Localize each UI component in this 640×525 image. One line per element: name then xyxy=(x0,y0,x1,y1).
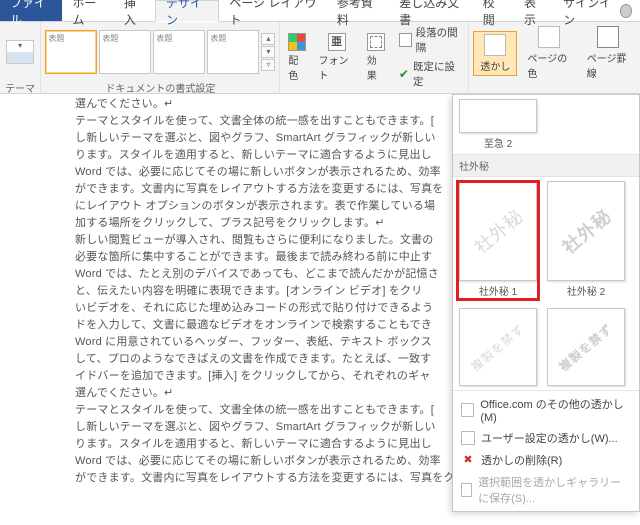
docformat-label: ドキュメントの書式設定 xyxy=(45,79,275,91)
tab-references[interactable]: 参考資料 xyxy=(327,0,389,21)
page-color-label: ページの色 xyxy=(527,50,570,80)
tab-layout[interactable]: ページ レイアウト xyxy=(219,0,326,21)
gallery-up-icon[interactable]: ▴ xyxy=(261,33,275,45)
watermark-caption: 至急 2 xyxy=(484,135,512,150)
tab-view[interactable]: 表示 xyxy=(514,0,555,21)
signin-link[interactable]: サインイン xyxy=(555,0,640,21)
watermark-item-confidential-1[interactable]: 社外秘 社外秘 1 xyxy=(457,181,539,300)
paragraph-spacing-label: 段落の間隔 xyxy=(416,25,463,55)
watermark-more-office[interactable]: Office.com のその他の透かし(M) xyxy=(453,393,639,427)
watermark-item-nocopy-2[interactable]: 複製を禁ず xyxy=(545,308,627,386)
tab-review[interactable]: 校閲 xyxy=(473,0,514,21)
page-borders-icon xyxy=(597,26,619,48)
watermark-thumb: 複製を禁ず xyxy=(547,308,625,386)
themes-button[interactable] xyxy=(4,38,36,66)
watermark-item-nocopy-1[interactable]: 複製を禁ず xyxy=(457,308,539,386)
remove-icon: ✖ xyxy=(461,453,475,467)
watermark-dropdown: 至急 2 社外秘 社外秘 社外秘 1 社外秘 社外秘 2 複製を禁ず 複製を禁ず… xyxy=(452,94,640,512)
colors-button[interactable]: 配色 xyxy=(284,31,310,84)
fonts-button[interactable]: 亜 フォント xyxy=(315,31,359,84)
ribbon: テーマ 表題 表題 表題 表題 ▴ ▾ ▿ ドキュメントの書式設定 配色 xyxy=(0,22,640,94)
watermark-item-urgent2[interactable]: 至急 2 xyxy=(457,99,539,150)
gallery-more-icon[interactable]: ▿ xyxy=(261,59,275,71)
user-avatar-icon xyxy=(620,4,632,18)
watermark-thumb: 複製を禁ず xyxy=(459,308,537,386)
themes-label: テーマ xyxy=(4,79,36,91)
page-color-button[interactable]: ページの色 xyxy=(521,24,576,82)
page-color-icon xyxy=(538,26,560,48)
office-icon xyxy=(461,403,474,417)
watermark-save-selection: 選択範囲を透かしギャラリーに保存(S)... xyxy=(453,471,639,509)
fonts-label: フォント xyxy=(319,52,355,82)
watermark-icon xyxy=(484,34,506,56)
watermark-thumb: 社外秘 xyxy=(459,181,537,281)
ribbon-group-formatting: 配色 亜 フォント 効果 段落の間隔 ✔ 既定に設定 xyxy=(280,22,469,93)
spacing-icon xyxy=(399,33,412,47)
watermark-section-confidential: 社外秘 xyxy=(453,154,639,177)
page-borders-label: ページ罫線 xyxy=(587,50,630,80)
style-gallery-item[interactable]: 表題 xyxy=(153,30,205,74)
ribbon-group-pagebg: 透かし ページの色 ページ罫線 xyxy=(469,22,640,93)
watermark-remove[interactable]: ✖透かしの削除(R) xyxy=(453,449,639,471)
effects-label: 効果 xyxy=(367,52,385,82)
paragraph-spacing-button[interactable]: 段落の間隔 xyxy=(397,24,465,56)
watermark-urgent-row: 至急 2 xyxy=(453,95,639,154)
tab-mailings[interactable]: 差し込み文書 xyxy=(389,0,473,21)
gallery-scroll[interactable]: ▴ ▾ ▿ xyxy=(261,30,275,74)
check-icon: ✔ xyxy=(399,67,409,81)
effects-button[interactable]: 効果 xyxy=(363,31,389,84)
colors-label: 配色 xyxy=(288,52,306,82)
tab-insert[interactable]: 挿入 xyxy=(114,0,155,21)
watermark-menu: Office.com のその他の透かし(M) ユーザー設定の透かし(W)... … xyxy=(453,390,639,511)
page-borders-button[interactable]: ページ罫線 xyxy=(581,24,636,82)
tab-home[interactable]: ホーム xyxy=(62,0,113,21)
fonts-icon: 亜 xyxy=(328,33,346,51)
ribbon-group-docformat: 表題 表題 表題 表題 ▴ ▾ ▿ ドキュメントの書式設定 xyxy=(41,22,280,93)
document-area: 選んでください。↵テーマとスタイルを使って、文書全体の統一感を出すこともできます… xyxy=(0,94,640,525)
tab-design[interactable]: デザイン xyxy=(155,0,219,22)
ribbon-group-themes: テーマ xyxy=(0,22,41,93)
watermark-thumb: 社外秘 xyxy=(547,181,625,281)
save-icon xyxy=(461,483,472,497)
gallery-down-icon[interactable]: ▾ xyxy=(261,46,275,58)
style-gallery-item[interactable]: 表題 xyxy=(207,30,259,74)
tab-file[interactable]: ファイル xyxy=(0,0,62,21)
watermark-custom[interactable]: ユーザー設定の透かし(W)... xyxy=(453,427,639,449)
style-gallery-item[interactable]: 表題 xyxy=(99,30,151,74)
watermark-caption: 社外秘 2 xyxy=(567,283,605,298)
colors-icon xyxy=(288,33,306,51)
style-gallery[interactable]: 表題 表題 表題 表題 ▴ ▾ ▿ xyxy=(45,30,275,74)
set-default-label: 既定に設定 xyxy=(413,59,462,89)
set-default-button[interactable]: ✔ 既定に設定 xyxy=(397,58,465,90)
custom-watermark-icon xyxy=(461,431,475,445)
watermark-thumb xyxy=(459,99,537,133)
style-gallery-item[interactable]: 表題 xyxy=(45,30,97,74)
watermark-caption: 社外秘 1 xyxy=(479,283,517,298)
watermark-item-confidential-2[interactable]: 社外秘 社外秘 2 xyxy=(545,181,627,300)
watermark-label: 透かし xyxy=(480,58,510,73)
watermark-button[interactable]: 透かし xyxy=(473,31,517,76)
effects-icon xyxy=(367,33,385,51)
tab-bar: ファイル ホーム 挿入 デザイン ページ レイアウト 参考資料 差し込み文書 校… xyxy=(0,0,640,22)
themes-icon xyxy=(6,40,34,64)
